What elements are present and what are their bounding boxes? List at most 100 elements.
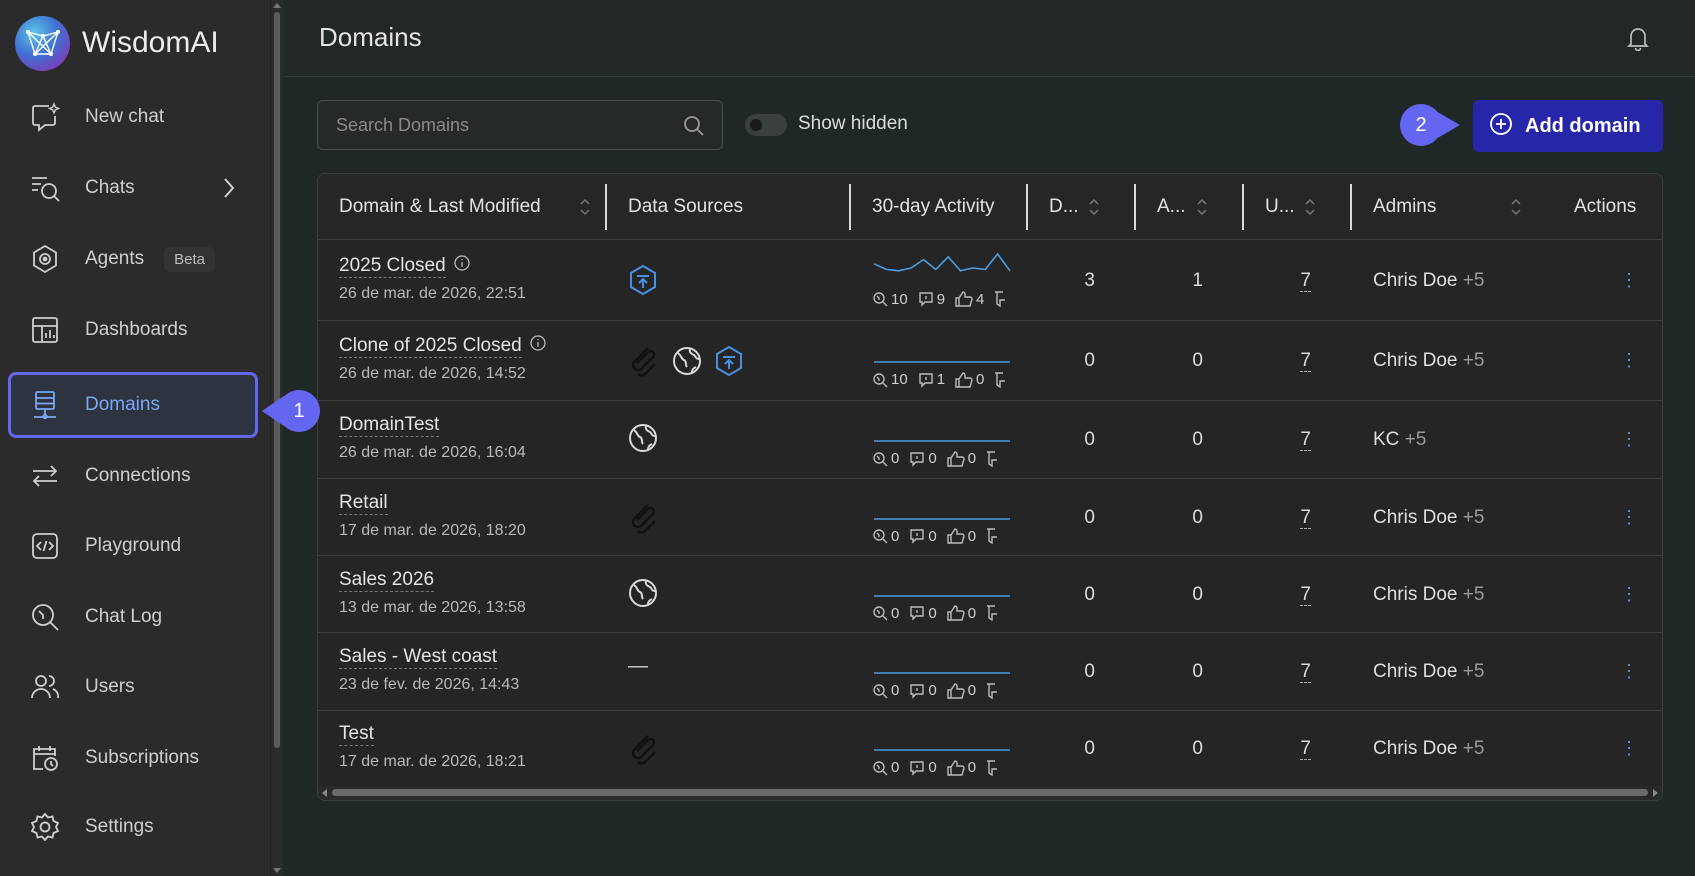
a-value: 0 [1192, 738, 1203, 759]
col-admins[interactable]: Admins [1373, 174, 1521, 240]
scrollbar-thumb[interactable] [332, 789, 1648, 796]
col-domain[interactable]: Domain & Last Modified [339, 174, 590, 240]
likes-count: 4 [976, 290, 985, 308]
likes-stat: 0 [946, 759, 976, 776]
callout-step-1: 1 [262, 390, 322, 432]
scrollbar-thumb[interactable] [274, 12, 280, 748]
table-row[interactable]: Clone of 2025 Closed 26 de mar. de 2026, … [318, 321, 1662, 401]
table-row[interactable]: Sales - West coast 23 de fev. de 2026, 14… [318, 633, 1662, 711]
domain-name-link[interactable]: Clone of 2025 Closed [339, 335, 522, 359]
table-row[interactable]: Test 17 de mar. de 2026, 18:21 0 0 0 0 0 7 Chris… [318, 711, 1662, 787]
paperclip-icon[interactable] [628, 732, 660, 771]
users-count-link[interactable]: 7 [1300, 738, 1311, 760]
globe-icon[interactable] [672, 346, 702, 381]
column-divider[interactable] [605, 184, 607, 230]
sidebar-item-dashboards[interactable]: Dashboards [8, 297, 258, 363]
gear-icon [28, 810, 62, 844]
sort-icon[interactable] [1305, 197, 1315, 223]
kebab-menu-icon[interactable]: ⋮ [1620, 350, 1638, 371]
table-row[interactable]: 2025 Closed 26 de mar. de 2026, 22:51 10 9 4… [318, 240, 1662, 321]
scroll-up-arrow-icon[interactable] [273, 3, 281, 8]
table-row[interactable]: Retail 17 de mar. de 2026, 18:20 0 0 0 0 0 7 Chr… [318, 479, 1662, 556]
sidebar-item-domains[interactable]: Domains [8, 372, 258, 438]
col-a[interactable]: A... [1157, 174, 1207, 240]
column-divider[interactable] [1026, 184, 1028, 230]
users-count-link[interactable]: 7 [1300, 429, 1311, 451]
domain-name-link[interactable]: Test [339, 723, 374, 746]
sidebar-item-connections[interactable]: Connections [8, 443, 258, 509]
domain-name-link[interactable]: DomainTest [339, 414, 440, 437]
hex-upload-icon[interactable] [628, 264, 658, 301]
search-input[interactable] [318, 101, 658, 149]
kebab-menu-icon[interactable]: ⋮ [1620, 584, 1638, 605]
kebab-menu-icon[interactable]: ⋮ [1620, 661, 1638, 682]
scroll-left-arrow-icon[interactable] [322, 789, 327, 797]
users-count-link[interactable]: 7 [1300, 350, 1311, 372]
sidebar-item-subscriptions[interactable]: Subscriptions [8, 725, 258, 791]
kebab-menu-icon[interactable]: ⋮ [1620, 507, 1638, 528]
info-icon[interactable] [454, 254, 470, 277]
users-count-link[interactable]: 7 [1300, 583, 1311, 606]
admins-cell[interactable]: Chris Doe +5 [1373, 350, 1484, 372]
paperclip-icon[interactable] [628, 344, 660, 383]
admins-cell[interactable]: Chris Doe +5 [1373, 270, 1484, 292]
globe-icon[interactable] [628, 578, 658, 613]
scroll-right-arrow-icon[interactable] [1653, 789, 1658, 797]
kebab-menu-icon[interactable]: ⋮ [1620, 270, 1638, 291]
sidebar-scrollbar[interactable] [270, 0, 283, 876]
col-u[interactable]: U... [1265, 174, 1315, 240]
kebab-menu-icon[interactable]: ⋮ [1620, 429, 1638, 450]
users-count-link[interactable]: 7 [1300, 506, 1311, 529]
kebab-menu-icon[interactable]: ⋮ [1620, 738, 1638, 759]
sort-icon[interactable] [580, 197, 590, 223]
chevron-right-icon[interactable] [222, 177, 236, 204]
domain-name-link[interactable]: 2025 Closed [339, 254, 446, 278]
sidebar-item-playground[interactable]: Playground [8, 513, 258, 579]
sidebar-item-settings[interactable]: Settings [8, 794, 258, 860]
admins-cell[interactable]: Chris Doe +5 [1373, 584, 1484, 606]
bell-icon[interactable] [1626, 25, 1650, 56]
globe-icon[interactable] [628, 423, 658, 458]
column-divider[interactable] [1350, 184, 1352, 230]
table-row[interactable]: DomainTest 26 de mar. de 2026, 16:04 0 0 0 0 0… [318, 401, 1662, 479]
add-domain-button[interactable]: Add domain [1473, 100, 1663, 152]
sidebar-item-users[interactable]: Users [8, 654, 258, 720]
admins-cell[interactable]: Chris Doe +5 [1373, 507, 1484, 529]
sort-icon[interactable] [1197, 197, 1207, 223]
sort-icon[interactable] [1089, 197, 1099, 223]
likes-stat: 0 [946, 605, 976, 622]
sidebar-item-chat-log[interactable]: Chat Log [8, 584, 258, 650]
search-field[interactable] [317, 100, 723, 150]
domain-name-link[interactable]: Sales 2026 [339, 568, 435, 592]
scroll-down-arrow-icon[interactable] [273, 868, 281, 873]
table-row[interactable]: Sales 2026 13 de mar. de 2026, 13:58 0 0 0 0 0… [318, 556, 1662, 633]
sidebar-item-new-chat[interactable]: New chat [8, 84, 258, 150]
users-count-link[interactable]: 7 [1300, 269, 1311, 292]
domain-name-link[interactable]: Retail [339, 491, 388, 515]
paperclip-icon[interactable] [628, 501, 660, 540]
brand[interactable]: WisdomAI [15, 15, 219, 71]
users-count-link[interactable]: 7 [1300, 661, 1311, 683]
activity-sparkline [874, 749, 1010, 751]
sidebar-item-chats[interactable]: Chats [8, 155, 258, 221]
subscriptions-icon [28, 741, 62, 775]
col-d[interactable]: D... [1049, 174, 1099, 240]
hex-upload-icon[interactable] [714, 345, 744, 382]
admins-cell[interactable]: KC +5 [1373, 429, 1426, 451]
col-u-label: U... [1265, 196, 1295, 217]
sidebar-item-agents[interactable]: Agents Beta [8, 226, 258, 292]
admins-cell[interactable]: Chris Doe +5 [1373, 661, 1484, 683]
column-divider[interactable] [1134, 184, 1136, 230]
domain-name-link[interactable]: Sales - West coast [339, 646, 498, 669]
sort-icon[interactable] [1511, 197, 1521, 223]
column-divider[interactable] [849, 184, 851, 230]
sidebar-item-label: Playground [85, 535, 182, 556]
last-modified: 13 de mar. de 2026, 13:58 [339, 598, 526, 616]
search-icon[interactable] [682, 114, 706, 143]
info-icon[interactable] [530, 335, 546, 357]
horizontal-scrollbar[interactable] [318, 786, 1662, 800]
column-divider[interactable] [1242, 184, 1244, 230]
admins-cell[interactable]: Chris Doe +5 [1373, 738, 1484, 760]
show-hidden-toggle[interactable] [745, 114, 787, 136]
data-sources: — [628, 655, 648, 678]
